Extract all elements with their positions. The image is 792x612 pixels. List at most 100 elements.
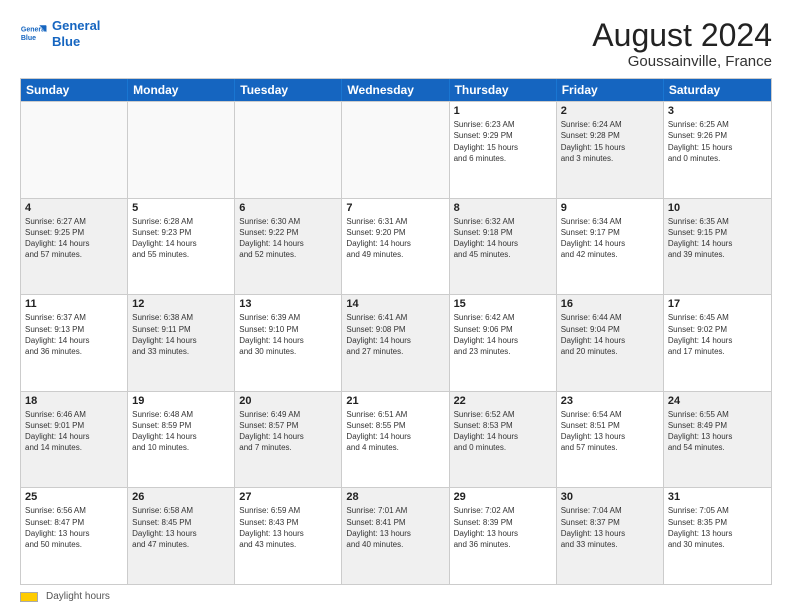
calendar-cell: 19Sunrise: 6:48 AMSunset: 8:59 PMDayligh…	[128, 392, 235, 488]
cell-info: Sunrise: 6:38 AMSunset: 9:11 PMDaylight:…	[132, 312, 230, 357]
calendar-cell: 6 Sunrise: 6:30 AMSunset: 9:22 PMDaylight…	[235, 199, 342, 295]
day-number: 12	[132, 298, 230, 310]
calendar-cell: 22 Sunrise: 6:52 AMSunset: 8:53 PMDayligh…	[450, 392, 557, 488]
cell-info: Sunrise: 6:49 AMSunset: 8:57 PMDaylight:…	[239, 409, 337, 454]
logo-line2: Blue	[52, 34, 100, 50]
weekday-header-monday: Monday	[128, 79, 235, 101]
day-number: 18	[25, 395, 123, 407]
day-number: 19	[132, 395, 230, 407]
day-number: 26	[132, 491, 230, 503]
page: General Blue General Blue August 2024 Go…	[0, 0, 792, 612]
title-block: August 2024 Goussainville, France	[592, 18, 772, 70]
calendar-cell: 1 Sunrise: 6:23 AMSunset: 9:29 PMDaylight…	[450, 102, 557, 198]
cell-info: Sunrise: 6:39 AMSunset: 9:10 PMDaylight:…	[239, 312, 337, 357]
calendar-row-4: 18Sunrise: 6:46 AMSunset: 9:01 PMDayligh…	[21, 391, 771, 488]
day-number: 15	[454, 298, 552, 310]
calendar-cell: 28 Sunrise: 7:01 AMSunset: 8:41 PMDayligh…	[342, 488, 449, 584]
calendar-cell: 17 Sunrise: 6:45 AMSunset: 9:02 PMDayligh…	[664, 295, 771, 391]
calendar-cell: 13 Sunrise: 6:39 AMSunset: 9:10 PMDayligh…	[235, 295, 342, 391]
day-number: 1	[454, 105, 552, 117]
day-number: 27	[239, 491, 337, 503]
weekday-header-tuesday: Tuesday	[235, 79, 342, 101]
calendar-cell: 31 Sunrise: 7:05 AMSunset: 8:35 PMDayligh…	[664, 488, 771, 584]
calendar-body: 1 Sunrise: 6:23 AMSunset: 9:29 PMDaylight…	[21, 101, 771, 584]
calendar: SundayMondayTuesdayWednesdayThursdayFrid…	[20, 78, 772, 585]
day-number: 17	[668, 298, 767, 310]
day-number: 21	[346, 395, 444, 407]
cell-info: Sunrise: 6:27 AMSunset: 9:25 PMDaylight:…	[25, 216, 123, 261]
cell-info: Sunrise: 7:02 AMSunset: 8:39 PMDaylight:…	[454, 505, 552, 550]
calendar-cell	[128, 102, 235, 198]
calendar-cell: 11 Sunrise: 6:37 AMSunset: 9:13 PMDayligh…	[21, 295, 128, 391]
svg-text:Blue: Blue	[21, 35, 36, 42]
day-number: 8	[454, 202, 552, 214]
calendar-cell	[21, 102, 128, 198]
calendar-cell: 26 Sunrise: 6:58 AMSunset: 8:45 PMDayligh…	[128, 488, 235, 584]
page-title: August 2024	[592, 18, 772, 53]
cell-info: Sunrise: 6:23 AMSunset: 9:29 PMDaylight:…	[454, 119, 552, 164]
footer: Daylight hours	[20, 591, 772, 602]
cell-info: Sunrise: 6:45 AMSunset: 9:02 PMDaylight:…	[668, 312, 767, 357]
calendar-cell: 14 Sunrise: 6:41 AMSunset: 9:08 PMDayligh…	[342, 295, 449, 391]
day-number: 2	[561, 105, 659, 117]
calendar-cell: 8 Sunrise: 6:32 AMSunset: 9:18 PMDaylight…	[450, 199, 557, 295]
cell-info: Sunrise: 6:31 AMSunset: 9:20 PMDaylight:…	[346, 216, 444, 261]
calendar-cell: 20 Sunrise: 6:49 AMSunset: 8:57 PMDayligh…	[235, 392, 342, 488]
cell-info: Sunrise: 6:30 AMSunset: 9:22 PMDaylight:…	[239, 216, 337, 261]
cell-info: Sunrise: 6:25 AMSunset: 9:26 PMDaylight:…	[668, 119, 767, 164]
cell-info: Sunrise: 6:28 AMSunset: 9:23 PMDaylight:…	[132, 216, 230, 261]
day-number: 20	[239, 395, 337, 407]
cell-info: Sunrise: 7:05 AMSunset: 8:35 PMDaylight:…	[668, 505, 767, 550]
calendar-cell: 9 Sunrise: 6:34 AMSunset: 9:17 PMDaylight…	[557, 199, 664, 295]
cell-info: Sunrise: 6:52 AMSunset: 8:53 PMDaylight:…	[454, 409, 552, 454]
header: General Blue General Blue August 2024 Go…	[20, 18, 772, 70]
cell-info: Sunrise: 6:32 AMSunset: 9:18 PMDaylight:…	[454, 216, 552, 261]
day-number: 22	[454, 395, 552, 407]
day-number: 10	[668, 202, 767, 214]
calendar-row-2: 4Sunrise: 6:27 AMSunset: 9:25 PMDaylight…	[21, 198, 771, 295]
weekday-header-saturday: Saturday	[664, 79, 771, 101]
weekday-header-sunday: Sunday	[21, 79, 128, 101]
cell-info: Sunrise: 6:24 AMSunset: 9:28 PMDaylight:…	[561, 119, 659, 164]
cell-info: Sunrise: 6:41 AMSunset: 9:08 PMDaylight:…	[346, 312, 444, 357]
day-number: 5	[132, 202, 230, 214]
day-number: 31	[668, 491, 767, 503]
calendar-cell: 21 Sunrise: 6:51 AMSunset: 8:55 PMDayligh…	[342, 392, 449, 488]
day-number: 11	[25, 298, 123, 310]
logo: General Blue General Blue	[20, 18, 100, 49]
cell-info: Sunrise: 6:58 AMSunset: 8:45 PMDaylight:…	[132, 505, 230, 550]
cell-info: Sunrise: 7:01 AMSunset: 8:41 PMDaylight:…	[346, 505, 444, 550]
day-number: 25	[25, 491, 123, 503]
day-number: 28	[346, 491, 444, 503]
day-number: 6	[239, 202, 337, 214]
cell-info: Sunrise: 7:04 AMSunset: 8:37 PMDaylight:…	[561, 505, 659, 550]
calendar-cell: 30Sunrise: 7:04 AMSunset: 8:37 PMDayligh…	[557, 488, 664, 584]
cell-info: Sunrise: 6:59 AMSunset: 8:43 PMDaylight:…	[239, 505, 337, 550]
weekday-header-wednesday: Wednesday	[342, 79, 449, 101]
day-number: 16	[561, 298, 659, 310]
calendar-cell	[342, 102, 449, 198]
calendar-cell: 24Sunrise: 6:55 AMSunset: 8:49 PMDayligh…	[664, 392, 771, 488]
calendar-cell: 2 Sunrise: 6:24 AMSunset: 9:28 PMDaylight…	[557, 102, 664, 198]
cell-info: Sunrise: 6:42 AMSunset: 9:06 PMDaylight:…	[454, 312, 552, 357]
cell-info: Sunrise: 6:56 AMSunset: 8:47 PMDaylight:…	[25, 505, 123, 550]
calendar-cell: 4Sunrise: 6:27 AMSunset: 9:25 PMDaylight…	[21, 199, 128, 295]
day-number: 7	[346, 202, 444, 214]
logo-line1: General	[52, 18, 100, 34]
calendar-cell: 16Sunrise: 6:44 AMSunset: 9:04 PMDayligh…	[557, 295, 664, 391]
cell-info: Sunrise: 6:34 AMSunset: 9:17 PMDaylight:…	[561, 216, 659, 261]
calendar-cell: 7 Sunrise: 6:31 AMSunset: 9:20 PMDaylight…	[342, 199, 449, 295]
cell-info: Sunrise: 6:35 AMSunset: 9:15 PMDaylight:…	[668, 216, 767, 261]
page-subtitle: Goussainville, France	[592, 53, 772, 70]
cell-info: Sunrise: 6:51 AMSunset: 8:55 PMDaylight:…	[346, 409, 444, 454]
cell-info: Sunrise: 6:37 AMSunset: 9:13 PMDaylight:…	[25, 312, 123, 357]
calendar-cell: 25 Sunrise: 6:56 AMSunset: 8:47 PMDayligh…	[21, 488, 128, 584]
day-number: 9	[561, 202, 659, 214]
logo-text: General Blue	[52, 18, 100, 49]
calendar-cell: 10 Sunrise: 6:35 AMSunset: 9:15 PMDayligh…	[664, 199, 771, 295]
day-number: 14	[346, 298, 444, 310]
day-number: 24	[668, 395, 767, 407]
day-number: 13	[239, 298, 337, 310]
calendar-cell: 5 Sunrise: 6:28 AMSunset: 9:23 PMDaylight…	[128, 199, 235, 295]
day-number: 23	[561, 395, 659, 407]
